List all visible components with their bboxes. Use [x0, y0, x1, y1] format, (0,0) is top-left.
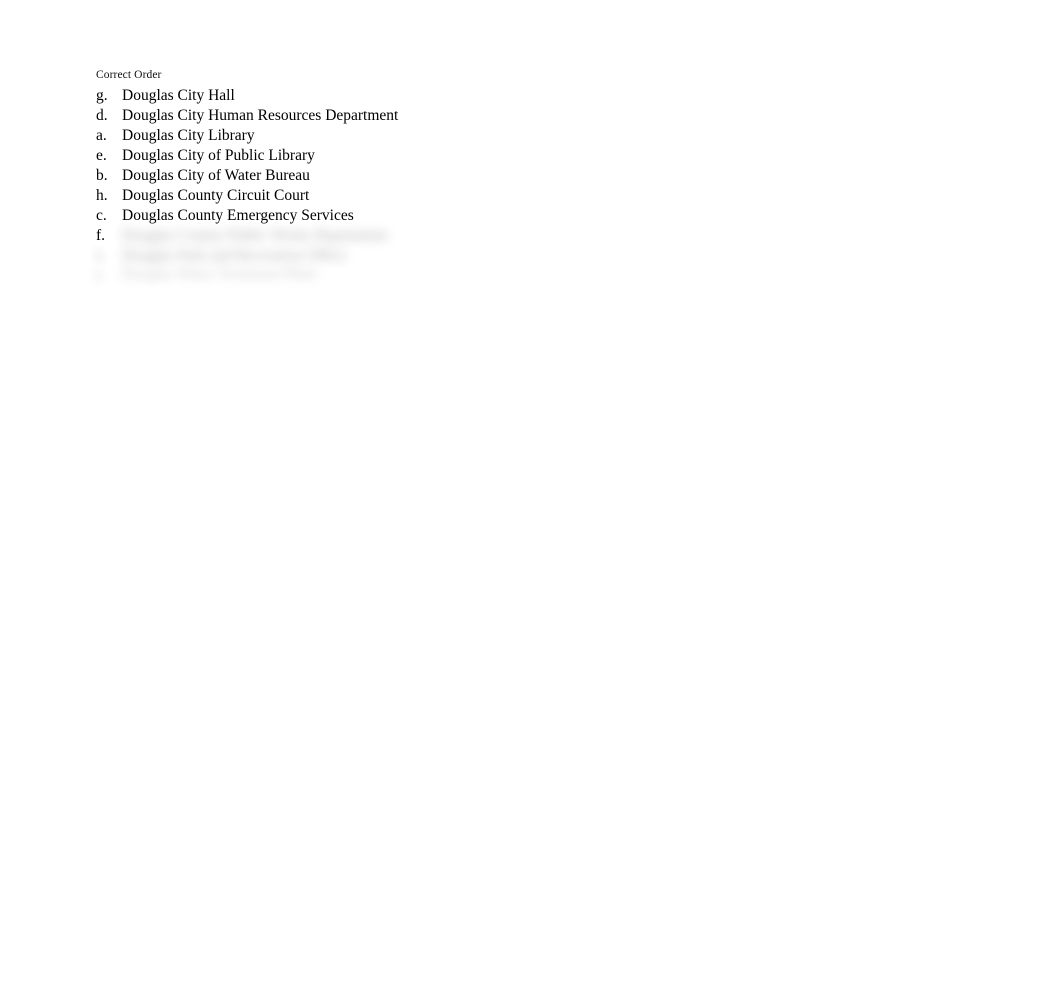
list-item-marker: i. — [96, 247, 105, 264]
correct-order-list: g. Douglas City Hall d. Douglas City Hum… — [88, 86, 418, 294]
list-item-marker: j. — [96, 267, 105, 284]
list-item-label: Douglas City Human Resources Department — [122, 107, 399, 124]
list-item-label: Douglas City Hall — [122, 87, 235, 104]
list-item-label-redacted: Douglas Water Treatment Plant — [122, 267, 317, 284]
list-item-marker: f. — [96, 227, 106, 244]
list-item-label: Douglas City Library — [122, 127, 255, 144]
list-item: c. Douglas County Emergency Services — [96, 206, 398, 226]
redacted-list-group: f. Douglas County Public Works Departmen… — [88, 222, 418, 294]
list-item-marker: b. — [96, 167, 108, 184]
list-item-redacted: f. Douglas County Public Works Departmen… — [96, 226, 398, 246]
list-item: b. Douglas City of Water Bureau — [96, 166, 398, 186]
list-item: e. Douglas City of Public Library — [96, 146, 398, 166]
list-item: h. Douglas County Circuit Court — [96, 186, 398, 206]
document-page: Correct Order g. Douglas City Hall d. Do… — [0, 0, 1062, 1006]
list-item-marker: d. — [96, 107, 108, 124]
list-item-redacted: i. Douglas Park and Recreation Office — [96, 246, 398, 266]
list-item-redacted: j. Douglas Water Treatment Plant — [96, 266, 398, 286]
list-item-marker: c. — [96, 207, 107, 224]
list-item-label: Douglas City of Public Library — [122, 147, 315, 164]
list-item-label: Douglas City of Water Bureau — [122, 167, 310, 184]
list-item-marker: a. — [96, 127, 107, 144]
list-item-marker: e. — [96, 147, 107, 164]
list-item-marker: h. — [96, 187, 108, 204]
list-item: g. Douglas City Hall — [96, 86, 398, 106]
list-item-label-redacted: Douglas Park and Recreation Office — [122, 247, 347, 264]
correct-order-block: Correct Order g. Douglas City Hall d. Do… — [88, 68, 418, 294]
list-item: d. Douglas City Human Resources Departme… — [96, 106, 398, 126]
list-item: a. Douglas City Library — [96, 126, 398, 146]
list-item-marker: g. — [96, 87, 108, 104]
list-item-label: Douglas County Circuit Court — [122, 187, 310, 204]
list-item-label-redacted: Douglas County Public Works Department — [122, 227, 388, 244]
page-title: Correct Order — [96, 69, 162, 81]
list-item-label: Douglas County Emergency Services — [122, 207, 354, 224]
